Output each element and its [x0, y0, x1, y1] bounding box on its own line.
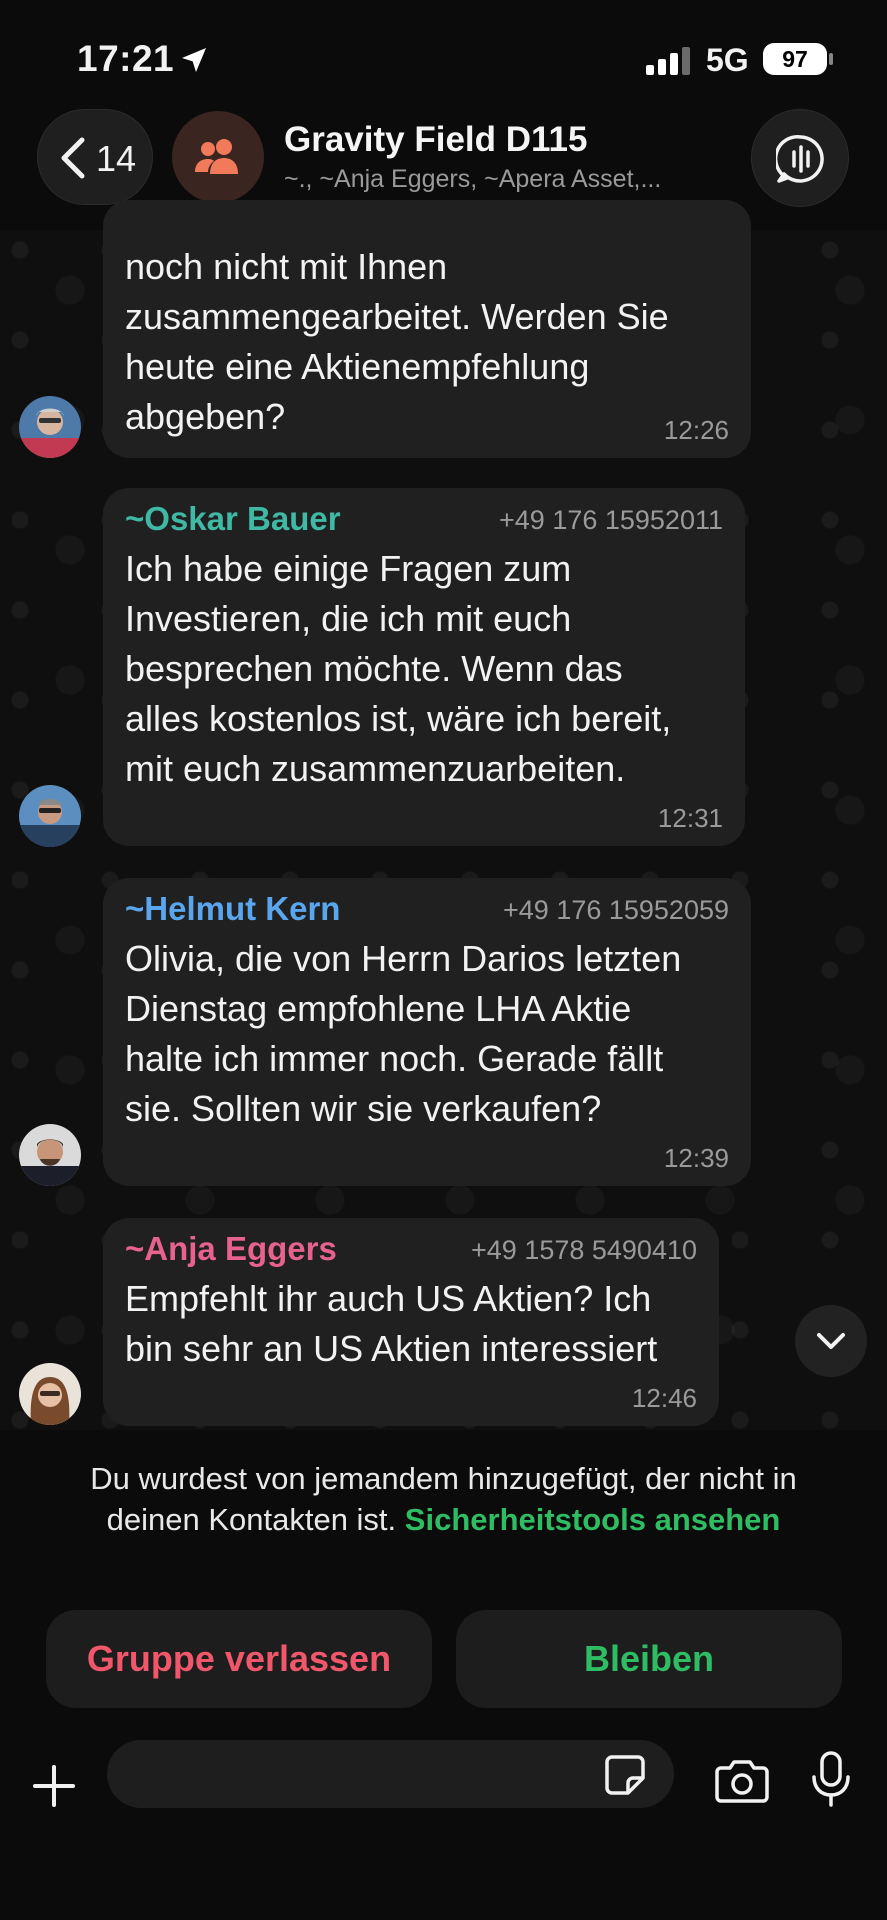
- voice-chat-icon: [776, 134, 824, 183]
- message-line: Olivia, die von Herrn Darios letzten: [125, 938, 682, 979]
- message-line: heute eine Aktienempfehlung: [125, 346, 590, 387]
- chat-screen: 17:21 5G 97 14 Gravity Field D115 ~., ~A…: [0, 0, 887, 1920]
- message-composer: [0, 1740, 887, 1850]
- security-tools-link[interactable]: Sicherheitstools ansehen: [405, 1502, 781, 1537]
- message-sender[interactable]: ~Oskar Bauer: [125, 500, 341, 538]
- message-line: noch nicht mit Ihnen: [125, 246, 448, 287]
- network-type: 5G: [706, 42, 749, 78]
- group-icon: [195, 139, 238, 174]
- unread-count: 14: [96, 138, 137, 179]
- message-bubble[interactable]: noch nicht mit Ihnen zusammengearbeitet.…: [103, 200, 751, 458]
- message-time: 12:31: [657, 803, 723, 833]
- microphone-icon[interactable]: [810, 1750, 852, 1808]
- voice-chat-button[interactable]: [751, 109, 849, 207]
- message-time: 12:46: [631, 1383, 697, 1413]
- message-input[interactable]: [107, 1740, 674, 1808]
- signal-icon: [646, 47, 690, 75]
- message-line: mit euch zusammenzuarbeiten.: [125, 748, 626, 789]
- battery-nub: [829, 53, 833, 65]
- back-button[interactable]: 14: [37, 109, 153, 205]
- unknown-contact-notice: Du wurdest von jemandem hinzugefügt, der…: [40, 1458, 847, 1540]
- message-line: abgeben?: [125, 396, 286, 437]
- chevron-down-icon: [817, 1333, 845, 1349]
- message-line: Dienstag empfohlene LHA Aktie: [125, 988, 632, 1029]
- message-line: Empfehlt ihr auch US Aktien? Ich: [125, 1278, 652, 1319]
- group-avatar[interactable]: [172, 111, 264, 203]
- location-arrow-icon: [182, 48, 206, 72]
- status-time: 17:21: [77, 38, 175, 79]
- message-sender[interactable]: ~Helmut Kern: [125, 890, 340, 928]
- message-line: halte ich immer noch. Gerade fällt: [125, 1038, 664, 1079]
- message-time: 12:26: [663, 415, 729, 445]
- message-line: besprechen möchte. Wenn das: [125, 648, 623, 689]
- message-line: sie. Sollten wir sie verkaufen?: [125, 1088, 602, 1129]
- message-phone: +49 176 15952059: [503, 895, 729, 925]
- message-bubble[interactable]: ~Helmut Kern +49 176 15952059 Olivia, di…: [103, 878, 751, 1186]
- message-phone: +49 1578 5490410: [471, 1235, 697, 1265]
- chat-title[interactable]: Gravity Field D115: [284, 120, 587, 160]
- bottom-panel: Du wurdest von jemandem hinzugefügt, der…: [0, 1430, 887, 1920]
- message-bubble[interactable]: ~Oskar Bauer +49 176 15952011 Ich habe e…: [103, 488, 745, 846]
- avatar[interactable]: [19, 396, 81, 458]
- scroll-to-bottom-button[interactable]: [795, 1305, 867, 1377]
- message-line: zusammengearbeitet. Werden Sie: [125, 296, 669, 337]
- message-phone: +49 176 15952011: [499, 505, 723, 535]
- avatar[interactable]: [19, 1363, 81, 1425]
- plus-icon[interactable]: [32, 1764, 76, 1808]
- chat-participants[interactable]: ~., ~Anja Eggers, ~Apera Asset,...: [284, 165, 724, 194]
- chevron-left-icon: [61, 137, 85, 179]
- avatar[interactable]: [19, 1124, 81, 1186]
- avatar[interactable]: [19, 785, 81, 847]
- stay-button[interactable]: Bleiben: [456, 1610, 842, 1708]
- message-line: alles kostenlos ist, wäre ich bereit,: [125, 698, 672, 739]
- message-time: 12:39: [663, 1143, 729, 1173]
- message-line: Investieren, die ich mit euch: [125, 598, 572, 639]
- message-line: Ich habe einige Fragen zum: [125, 548, 572, 589]
- camera-icon[interactable]: [714, 1758, 770, 1804]
- sticker-icon[interactable]: [604, 1754, 646, 1796]
- message-bubble[interactable]: ~Anja Eggers +49 1578 5490410 Empfehlt i…: [103, 1218, 719, 1426]
- message-sender[interactable]: ~Anja Eggers: [125, 1230, 337, 1268]
- message-line: bin sehr an US Aktien interessiert: [125, 1328, 658, 1369]
- status-bar: 17:21 5G 97: [0, 0, 887, 110]
- battery-icon: 97: [763, 43, 827, 75]
- leave-group-button[interactable]: Gruppe verlassen: [46, 1610, 432, 1708]
